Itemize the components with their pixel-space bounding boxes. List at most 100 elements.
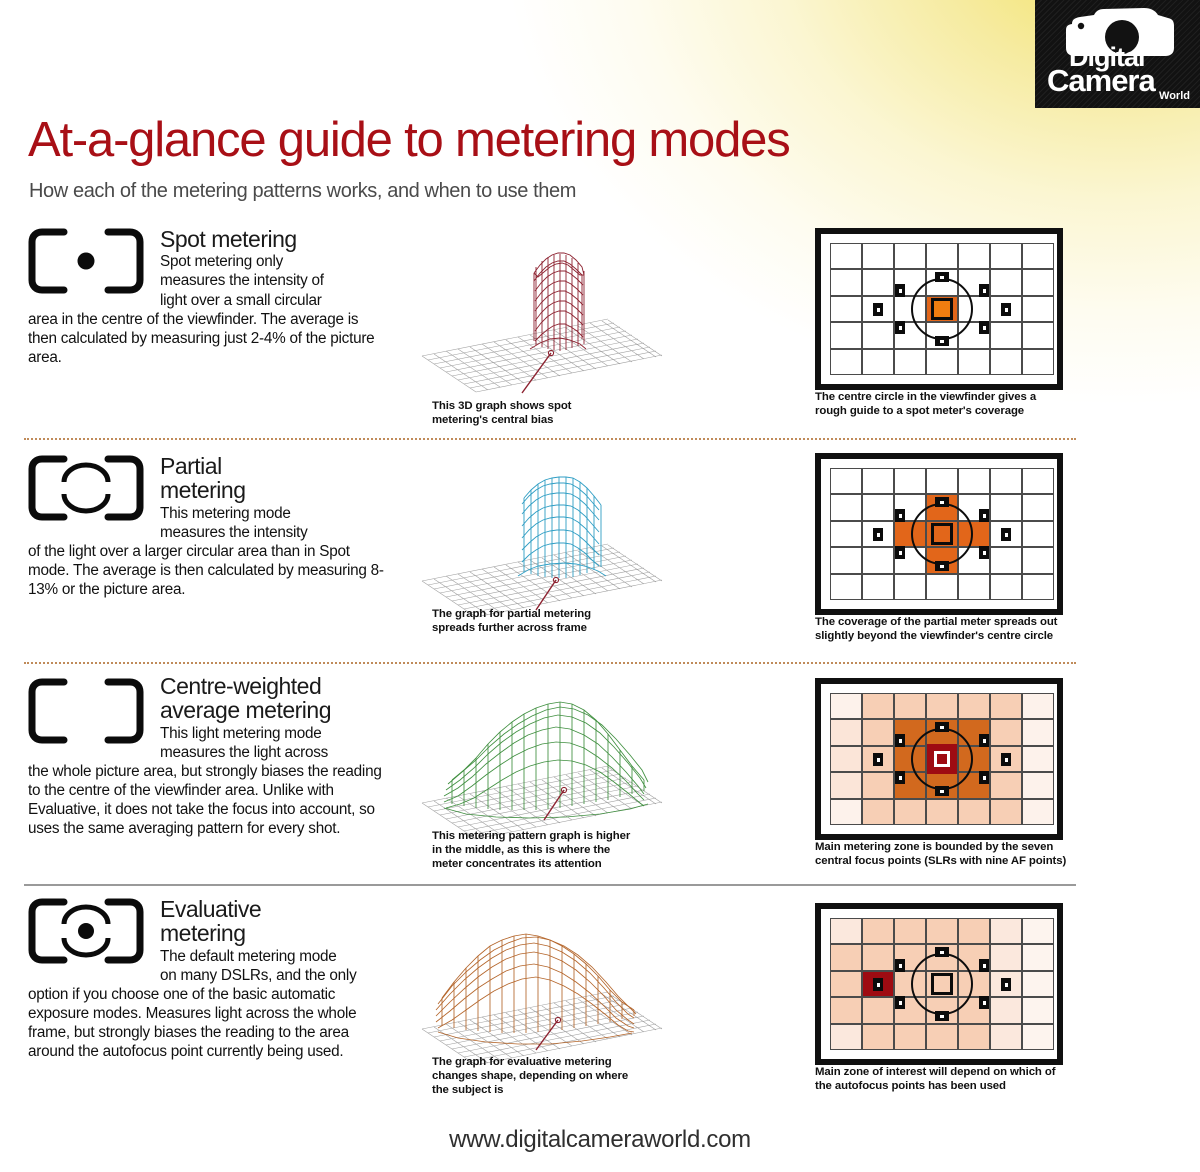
grid-cell bbox=[830, 970, 862, 998]
graph-caption: The graph for evaluative metering change… bbox=[432, 1056, 629, 1096]
centre-af-point bbox=[934, 751, 950, 767]
grid-cell bbox=[862, 322, 894, 349]
mode-body-line-1: Spot metering only bbox=[160, 253, 284, 271]
section-divider bbox=[24, 438, 1076, 440]
partial-metering-text: Partial metering This metering mode meas… bbox=[28, 454, 388, 599]
af-point-top bbox=[935, 722, 949, 732]
grid-cell bbox=[894, 1023, 926, 1050]
digital-camera-world-logo: Digital Camera World bbox=[1035, 0, 1200, 108]
grid-cell bbox=[1022, 295, 1054, 323]
grid-cell bbox=[990, 719, 1022, 746]
mode-body-rest: of the light over a larger circular area… bbox=[28, 542, 384, 599]
grid-cell bbox=[990, 348, 1022, 375]
graph-caption: This 3D graph shows spot metering's cent… bbox=[432, 400, 572, 426]
viewfinder-grid bbox=[830, 918, 1054, 1050]
af-point-top bbox=[935, 272, 949, 282]
af-point-bottom bbox=[935, 1011, 949, 1021]
partial-metering-viewfinder: The coverage of the partial meter spread… bbox=[815, 453, 1063, 642]
af-point-top-left bbox=[895, 734, 905, 747]
grid-cell bbox=[862, 997, 894, 1024]
grid-cell bbox=[990, 798, 1022, 825]
af-point-bottom bbox=[935, 561, 949, 571]
af-point-top-left bbox=[895, 959, 905, 972]
grid-cell bbox=[1022, 772, 1054, 799]
grid-cell bbox=[830, 520, 862, 548]
grid-cell bbox=[862, 269, 894, 296]
af-point-top-right bbox=[979, 509, 989, 522]
grid-cell bbox=[830, 693, 862, 720]
grid-cell bbox=[830, 918, 862, 945]
grid-cell bbox=[894, 573, 926, 600]
viewfinder-frame bbox=[815, 453, 1063, 615]
grid-cell bbox=[1022, 970, 1054, 998]
grid-cell bbox=[926, 243, 958, 270]
grid-cell bbox=[862, 547, 894, 574]
grid-cell bbox=[830, 745, 862, 773]
grid-cell bbox=[862, 468, 894, 495]
grid-cell bbox=[958, 468, 990, 495]
grid-cell bbox=[1022, 918, 1054, 945]
grid-cell bbox=[830, 295, 862, 323]
grid-cell bbox=[990, 322, 1022, 349]
grid-cell bbox=[958, 798, 990, 825]
grid-cell bbox=[1022, 944, 1054, 971]
mode-body-line-1: The default metering mode bbox=[160, 947, 337, 965]
viewfinder-frame bbox=[815, 678, 1063, 840]
grid-cell bbox=[894, 468, 926, 495]
evaluative-metering-text: Evaluative metering The default metering… bbox=[28, 897, 388, 1061]
mode-body-line-2: measures the intensity bbox=[160, 523, 308, 541]
grid-cell bbox=[830, 269, 862, 296]
af-point-top bbox=[935, 497, 949, 507]
spot-metering-text: Spot metering Spot metering only measure… bbox=[28, 227, 388, 367]
af-point-top-right bbox=[979, 284, 989, 297]
mode-title-line-1: Centre-weighted bbox=[160, 673, 322, 699]
grid-cell bbox=[926, 573, 958, 600]
grid-cell bbox=[830, 243, 862, 270]
af-point-top-right bbox=[979, 734, 989, 747]
grid-cell bbox=[830, 798, 862, 825]
page-subtitle: How each of the metering patterns works,… bbox=[29, 180, 577, 202]
mode-title-line-2: metering bbox=[160, 920, 246, 947]
grid-cell bbox=[990, 468, 1022, 495]
mode-body-line-1: This metering mode bbox=[160, 504, 291, 522]
grid-cell bbox=[990, 693, 1022, 720]
af-point-right bbox=[1001, 528, 1011, 541]
af-point-left-active bbox=[873, 978, 883, 991]
partial-metering-3d-graph: The graph for partial metering spreads f… bbox=[418, 450, 778, 634]
grid-cell bbox=[990, 1023, 1022, 1050]
viewfinder-grid bbox=[830, 693, 1054, 825]
grid-cell bbox=[926, 1023, 958, 1050]
website-url[interactable]: www.digitalcameraworld.com bbox=[0, 1126, 1200, 1154]
evaluative-3d-graph: The graph for evaluative metering change… bbox=[418, 898, 778, 1096]
grid-cell bbox=[1022, 693, 1054, 720]
grid-cell bbox=[830, 322, 862, 349]
spot-metering-viewfinder: The centre circle in the viewfinder give… bbox=[815, 228, 1063, 417]
grid-cell bbox=[1022, 1023, 1054, 1050]
grid-cell bbox=[1022, 494, 1054, 521]
grid-cell bbox=[830, 494, 862, 521]
centre-weighted-3d-graph: This metering pattern graph is higher in… bbox=[418, 672, 778, 870]
af-point-left bbox=[873, 528, 883, 541]
centre-af-point bbox=[931, 973, 953, 995]
grid-cell bbox=[862, 243, 894, 270]
grid-cell bbox=[1022, 798, 1054, 825]
grid-cell bbox=[990, 772, 1022, 799]
grid-cell bbox=[862, 918, 894, 945]
grid-cell bbox=[1022, 573, 1054, 600]
af-point-top bbox=[935, 947, 949, 957]
grid-cell bbox=[958, 573, 990, 600]
grid-cell bbox=[990, 243, 1022, 270]
grid-cell bbox=[958, 918, 990, 945]
mode-body-line-3: light over a small circular bbox=[160, 291, 322, 309]
af-point-bottom-left bbox=[895, 321, 905, 334]
grid-cell bbox=[830, 1023, 862, 1050]
grid-cell bbox=[862, 1023, 894, 1050]
af-point-right bbox=[1001, 303, 1011, 316]
viewfinder-grid bbox=[830, 243, 1054, 375]
grid-cell bbox=[1022, 745, 1054, 773]
grid-cell bbox=[1022, 997, 1054, 1024]
grid-cell bbox=[894, 693, 926, 720]
mode-body-line-2: measures the light across bbox=[160, 743, 329, 761]
grid-cell bbox=[830, 348, 862, 375]
af-point-bottom-right bbox=[979, 771, 989, 784]
